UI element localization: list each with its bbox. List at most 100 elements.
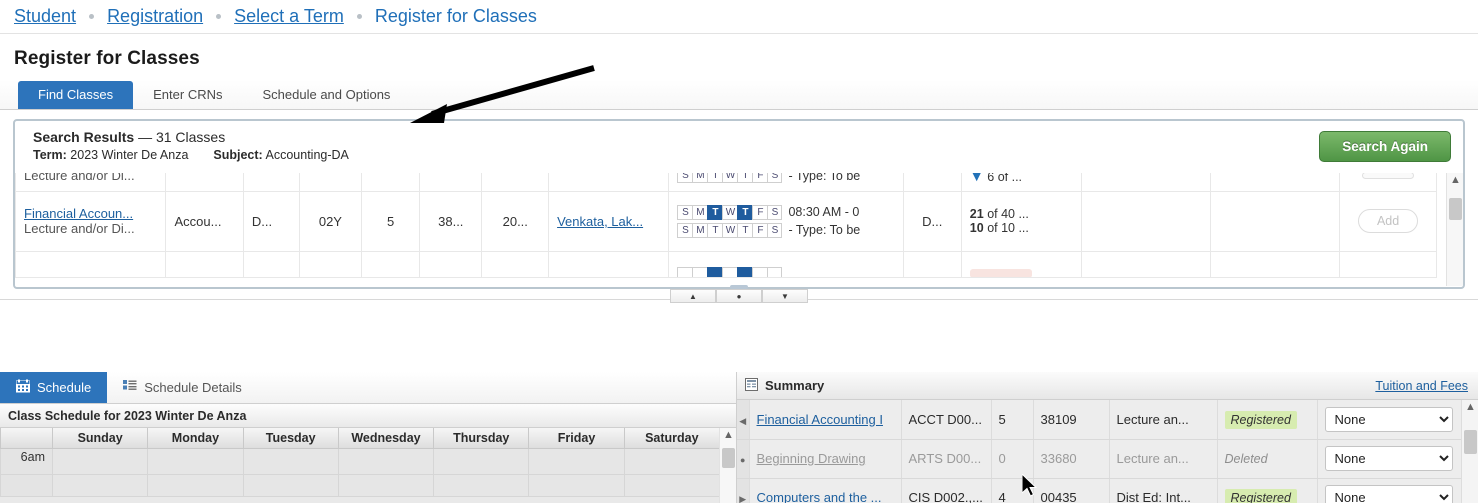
meeting-days bbox=[677, 266, 894, 276]
search-again-button[interactable]: Search Again bbox=[1319, 131, 1451, 162]
table-row[interactable] bbox=[15, 251, 1437, 278]
add-button-partial[interactable] bbox=[1362, 173, 1415, 180]
schedule-cell[interactable] bbox=[623, 447, 721, 475]
subject-value: Accounting-DA bbox=[265, 148, 349, 162]
cell-subject bbox=[165, 251, 244, 278]
day-cell-wed: W bbox=[722, 222, 738, 238]
row-marker: ● bbox=[737, 439, 750, 479]
summary-table: ◀ Financial Accounting I ACCT D00... 5 3… bbox=[737, 400, 1463, 503]
tab-schedule-details[interactable]: Schedule Details bbox=[107, 372, 258, 403]
search-results-card: Search Results — 31 Classes Term: 2023 W… bbox=[13, 119, 1465, 289]
instructor-link[interactable]: Venkata, Lak... bbox=[557, 214, 643, 229]
splitter-reset-button[interactable]: ● bbox=[716, 289, 762, 303]
cell-action: None bbox=[1317, 400, 1463, 440]
schedule-cell[interactable] bbox=[337, 447, 435, 475]
cell-section bbox=[298, 173, 363, 192]
cell-subject: Accou... bbox=[165, 191, 244, 252]
breadcrumb-item-registration[interactable]: Registration bbox=[107, 6, 203, 27]
scroll-up-icon[interactable]: ▲ bbox=[1447, 173, 1463, 190]
scroll-up-icon[interactable]: ▲ bbox=[1462, 400, 1478, 417]
schedule-cell[interactable] bbox=[337, 473, 435, 497]
schedule-cell[interactable] bbox=[242, 473, 339, 497]
action-select[interactable]: None bbox=[1324, 446, 1453, 471]
breadcrumb-separator-icon bbox=[216, 14, 222, 19]
schedule-cell[interactable] bbox=[51, 473, 149, 497]
cell-title: Beginning Drawing bbox=[749, 439, 902, 479]
tab-schedule-and-options[interactable]: Schedule and Options bbox=[243, 81, 411, 109]
register-for-classes-page: Student Registration Select a Term Regis… bbox=[0, 0, 1478, 503]
tab-find-classes[interactable]: Find Classes bbox=[18, 81, 134, 109]
cell-schedule-type: Lecture an... bbox=[1109, 400, 1218, 440]
summary-course-link[interactable]: Financial Accounting I bbox=[757, 412, 883, 427]
cell-status: ▼ 6 of ... bbox=[960, 173, 1083, 192]
scrollbar-thumb[interactable] bbox=[722, 448, 735, 468]
scroll-up-icon[interactable]: ▲ bbox=[720, 428, 737, 445]
tab-schedule[interactable]: Schedule bbox=[0, 372, 108, 403]
cell-hours: 0 bbox=[991, 439, 1034, 479]
schedule-cell[interactable] bbox=[623, 473, 721, 497]
schedule-cell[interactable] bbox=[528, 447, 625, 475]
day-cell-mon: M bbox=[692, 204, 708, 220]
cell-add bbox=[1339, 251, 1437, 278]
results-vertical-scrollbar[interactable]: ▲ ▼ bbox=[1446, 173, 1463, 286]
splitter-collapse-down-button[interactable]: ▼ bbox=[762, 289, 808, 303]
meeting-time-text: 08:30 AM - 0 bbox=[788, 205, 860, 219]
day-header-sunday: Sunday bbox=[51, 428, 149, 449]
search-results-label: Search Results bbox=[33, 129, 135, 145]
tuition-and-fees-link[interactable]: Tuition and Fees bbox=[1375, 379, 1468, 393]
action-select[interactable]: None bbox=[1324, 485, 1453, 503]
cell-crn bbox=[419, 251, 483, 278]
summary-course-link[interactable]: Computers and the ... bbox=[757, 490, 882, 503]
scrollbar-thumb[interactable] bbox=[1464, 430, 1477, 454]
cell-status: Deleted bbox=[1217, 439, 1318, 479]
table-row[interactable]: ● Beginning Drawing ARTS D00... 0 33680 … bbox=[737, 439, 1463, 479]
table-row[interactable]: Lecture and/or Di... S M T W T F S - Typ… bbox=[15, 173, 1437, 192]
cell-title: Financial Accoun... Lecture and/or Di... bbox=[15, 191, 167, 252]
meeting-time-text: - Type: To be bbox=[788, 173, 861, 183]
day-cell-sun: S bbox=[677, 222, 693, 238]
breadcrumb-item-select-a-term[interactable]: Select a Term bbox=[234, 6, 344, 27]
schedule-tabstrip: Schedule Schedule Details bbox=[0, 372, 736, 404]
cell-meeting-times bbox=[668, 251, 904, 278]
time-label-6am: 6am bbox=[0, 447, 53, 475]
cell-schedule-type: Lecture an... bbox=[1109, 439, 1218, 479]
table-row[interactable]: ◀ Financial Accounting I ACCT D00... 5 3… bbox=[737, 400, 1463, 440]
splitter-collapse-up-button[interactable]: ▲ bbox=[670, 289, 716, 303]
schedule-title: Class Schedule for 2023 Winter De Anza bbox=[0, 404, 736, 428]
scrollbar-thumb[interactable] bbox=[1449, 198, 1462, 220]
cell-status: Registered bbox=[1217, 400, 1318, 440]
cell-status: 21 of 40 ... 10 of 10 ... bbox=[960, 191, 1083, 252]
tab-schedule-details-label: Schedule Details bbox=[144, 380, 242, 395]
add-button[interactable]: Add bbox=[1357, 209, 1419, 233]
summary-course-link[interactable]: Beginning Drawing bbox=[757, 451, 866, 466]
table-row[interactable]: ▶ Computers and the ... CIS D002.,... 4 … bbox=[737, 478, 1463, 503]
schedule-cell[interactable] bbox=[433, 473, 530, 497]
day-cell-mon: M bbox=[692, 173, 708, 184]
schedule-cell[interactable] bbox=[242, 447, 339, 475]
cell-extra-2 bbox=[1210, 251, 1341, 278]
schedule-cell[interactable] bbox=[147, 473, 244, 497]
tab-enter-crns[interactable]: Enter CRNs bbox=[133, 81, 242, 109]
cell-hours: 5 bbox=[991, 400, 1034, 440]
cell-credits: 5 bbox=[361, 191, 421, 252]
bottom-panels: Schedule Schedule Details Class Schedule… bbox=[0, 372, 1478, 503]
summary-vertical-scrollbar[interactable]: ▲ ▼ bbox=[1461, 400, 1478, 503]
schedule-cell[interactable] bbox=[528, 473, 625, 497]
schedule-vertical-scrollbar[interactable]: ▲ bbox=[719, 428, 736, 503]
summary-panel: Summary Tuition and Fees ◀ Financial Acc… bbox=[736, 372, 1478, 503]
table-row[interactable]: Financial Accoun... Lecture and/or Di...… bbox=[15, 191, 1437, 252]
schedule-cell[interactable] bbox=[433, 447, 530, 475]
breadcrumb-item-student[interactable]: Student bbox=[14, 6, 76, 27]
search-results-header: Search Results — 31 Classes Term: 2023 W… bbox=[15, 121, 1463, 173]
day-cell-sat bbox=[767, 266, 783, 276]
cell-attribute bbox=[902, 173, 962, 192]
schedule-cell[interactable] bbox=[147, 447, 244, 475]
course-title-link[interactable]: Financial Accoun... bbox=[24, 206, 133, 221]
breadcrumb-separator-icon bbox=[89, 14, 95, 19]
day-cell-wed: W bbox=[722, 204, 738, 220]
schedule-cell[interactable] bbox=[51, 447, 149, 475]
action-select[interactable]: None bbox=[1324, 406, 1453, 432]
splitter-handle[interactable]: ▲ ● ▼ bbox=[670, 285, 808, 303]
cell-meeting-times: S M T W T F S 08:30 AM - 0 S M T W T F S… bbox=[668, 191, 904, 252]
course-subtitle: Lecture and/or Di... bbox=[24, 173, 135, 183]
